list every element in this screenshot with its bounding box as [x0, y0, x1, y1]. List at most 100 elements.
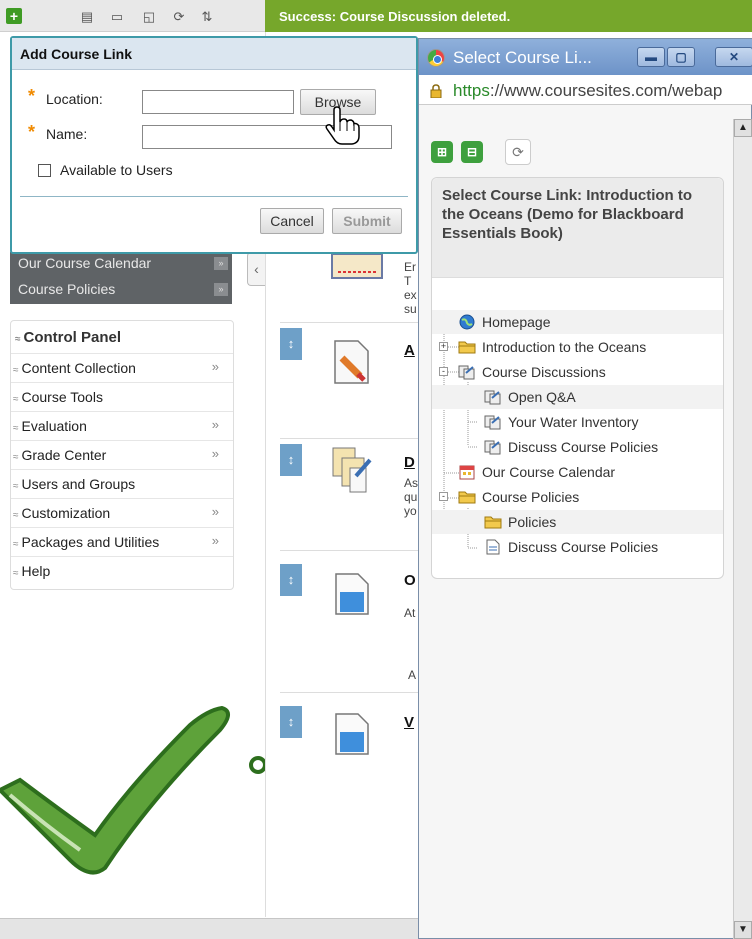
chevron-down-icon: ≈ — [13, 365, 19, 376]
address-bar[interactable]: https://www.coursesites.com/webap — [419, 75, 752, 105]
content-item-text: At — [404, 606, 416, 620]
cp-item-help[interactable]: ≈ Help — [11, 556, 233, 585]
drag-handle[interactable]: ↕ — [280, 706, 302, 738]
discussion-icon — [458, 364, 476, 380]
submenu-arrow-icon[interactable]: » — [212, 504, 219, 519]
course-menu-item-label: Course Policies — [18, 281, 116, 297]
cp-item-evaluation[interactable]: ≈ Evaluation» — [11, 411, 233, 440]
content-item-text: As qu yo — [404, 476, 419, 518]
url-text: ://www.coursesites.com/webap — [489, 81, 723, 100]
refresh-button[interactable]: ⟳ — [505, 139, 531, 165]
chevron-down-icon: ≈ — [13, 452, 19, 463]
tree-item[interactable]: Our Course Calendar — [432, 460, 723, 484]
course-link-tree: Select Course Link: Introduction to the … — [431, 177, 724, 579]
chevron-down-icon[interactable]: » — [214, 283, 228, 296]
cancel-button[interactable]: Cancel — [260, 208, 324, 234]
tree-item[interactable]: Homepage — [432, 310, 723, 334]
cp-item-users-and-groups[interactable]: ≈ Users and Groups — [11, 469, 233, 498]
content-item-text: Er Tex su — [404, 260, 417, 316]
chevron-down-icon: ≈ — [13, 481, 19, 492]
divider — [280, 438, 421, 439]
tree-item-label: Open Q&A — [508, 389, 576, 405]
tree-item[interactable]: Discuss Course Policies — [432, 435, 723, 459]
refresh-icon[interactable]: ⟳ — [172, 10, 186, 23]
divider — [280, 322, 421, 323]
course-menu-item-calendar[interactable]: Our Course Calendar » — [10, 252, 232, 276]
drag-handle[interactable]: ↕ — [280, 444, 302, 476]
expand-all-button[interactable]: ⊞ — [431, 141, 453, 163]
location-label: Location: — [46, 91, 103, 107]
tree-item[interactable]: Your Water Inventory — [432, 410, 723, 434]
tree-item-label: Course Policies — [482, 489, 580, 505]
submenu-arrow-icon[interactable]: » — [212, 446, 219, 461]
scroll-up-icon[interactable]: ▲ — [734, 119, 752, 137]
chevron-down-icon: ≈ — [13, 510, 19, 521]
chevron-down-icon: ≈ — [13, 423, 19, 434]
submit-button[interactable]: Submit — [332, 208, 402, 234]
name-label: Name: — [46, 126, 88, 142]
tree-header-text: Select Course Link: Introduction to the … — [442, 187, 693, 242]
add-course-link-panel: Add Course Link * Location: Browse * Nam… — [10, 36, 418, 254]
select-course-link-window: Select Course Li... ▬ ▢ ✕ https://www.co… — [418, 38, 752, 939]
lock-icon — [430, 84, 442, 98]
folder-view-icon[interactable]: ▭ — [110, 10, 124, 23]
chevron-down-icon: ≈ — [13, 394, 19, 405]
tree-item[interactable]: + Introduction to the Oceans — [432, 335, 723, 359]
chevron-down-icon[interactable]: » — [214, 257, 228, 270]
document-icon — [484, 539, 502, 555]
cp-item-content-collection[interactable]: ≈ Content Collection» — [11, 353, 233, 382]
close-icon[interactable]: ✕ — [715, 47, 752, 67]
list-view-icon[interactable]: ▤ — [80, 10, 94, 23]
tree-item[interactable]: - Course Discussions — [432, 360, 723, 384]
tree-item[interactable]: Policies — [432, 510, 723, 534]
available-checkbox[interactable] — [38, 164, 51, 177]
tree-item-label: Our Course Calendar — [482, 464, 616, 480]
discussion-board-icon — [330, 444, 374, 498]
submenu-arrow-icon[interactable]: » — [212, 417, 219, 432]
course-menu-item-label: Our Course Calendar — [18, 255, 152, 271]
browser-logo-icon — [427, 49, 445, 67]
collapse-icon[interactable]: - — [439, 367, 448, 376]
collapse-all-button[interactable]: ⊟ — [461, 141, 483, 163]
content-item-title[interactable]: D — [404, 454, 415, 471]
content-item-title[interactable]: V — [404, 714, 414, 731]
drag-handle[interactable]: ↕ — [280, 564, 302, 596]
cp-item-grade-center[interactable]: ≈ Grade Center» — [11, 440, 233, 469]
window-titlebar[interactable]: Select Course Li... ▬ ▢ ✕ — [419, 39, 752, 75]
content-item-title[interactable]: O — [404, 572, 416, 589]
add-menu-button[interactable]: + — [6, 8, 22, 24]
collapse-icon[interactable]: - — [439, 492, 448, 501]
scroll-down-icon[interactable]: ▼ — [734, 921, 752, 939]
maximize-icon[interactable]: ▢ — [667, 47, 695, 67]
tree-item[interactable]: - Course Policies — [432, 485, 723, 509]
drag-handle[interactable]: ↕ — [280, 328, 302, 360]
cp-item-packages-utilities[interactable]: ≈ Packages and Utilities» — [11, 527, 233, 556]
content-item-title[interactable]: A — [404, 342, 415, 359]
cp-item-course-tools[interactable]: ≈ Course Tools — [11, 382, 233, 411]
divider — [280, 692, 421, 693]
minimize-icon[interactable]: ▬ — [637, 47, 665, 67]
tree-item-label: Homepage — [482, 314, 551, 330]
control-panel-title[interactable]: ≈ Control Panel — [11, 329, 233, 346]
tree-item[interactable]: Open Q&A — [432, 385, 723, 409]
chevron-down-icon: ≈ — [13, 539, 19, 550]
vertical-scrollbar[interactable]: ▲ ▼ — [733, 119, 752, 939]
expand-icon[interactable]: + — [439, 342, 448, 351]
tree-item[interactable]: Discuss Course Policies — [432, 535, 723, 559]
collapse-menu-button[interactable]: ‹ — [247, 252, 265, 286]
submenu-arrow-icon[interactable]: » — [212, 533, 219, 548]
cp-item-customization[interactable]: ≈ Customization» — [11, 498, 233, 527]
submenu-arrow-icon[interactable]: » — [212, 359, 219, 374]
tree-item-label: Policies — [508, 514, 557, 530]
sort-icon[interactable]: ⇅ — [200, 10, 214, 23]
tree-item-label: Discuss Course Policies — [508, 539, 659, 555]
divider — [20, 196, 408, 197]
discussion-icon — [484, 389, 502, 405]
available-label: Available to Users — [60, 162, 173, 178]
location-input[interactable] — [142, 90, 294, 114]
content-toolbar: + ▤ ▭ ◱ ⟳ ⇅ — [0, 0, 265, 32]
tree-item-label: Discuss Course Policies — [508, 439, 659, 455]
course-menu-item-policies[interactable]: Course Policies » — [10, 278, 232, 302]
window-icon[interactable]: ◱ — [142, 10, 156, 23]
panel-title: Add Course Link — [12, 38, 416, 70]
